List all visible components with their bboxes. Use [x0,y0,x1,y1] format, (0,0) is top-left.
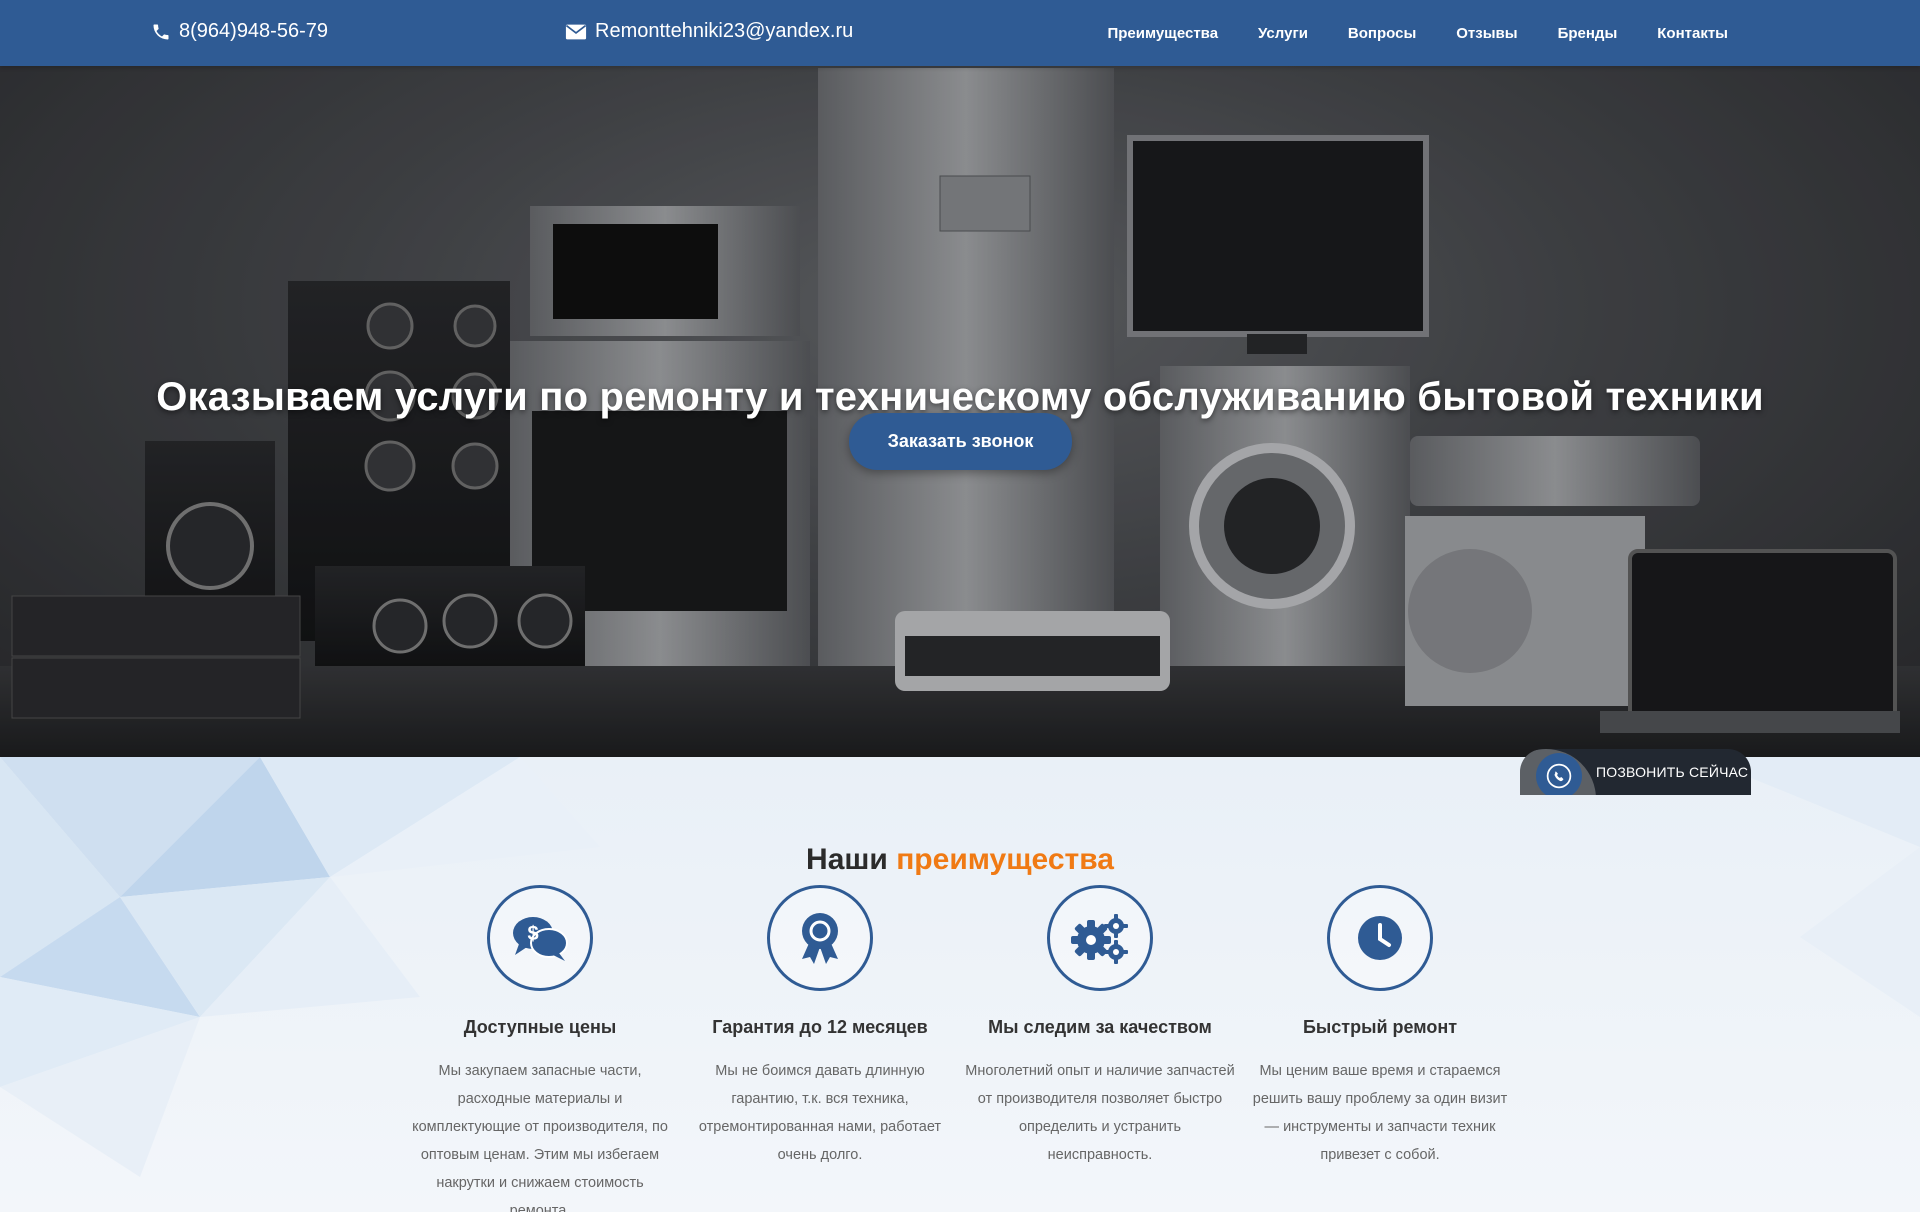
svg-text:$: $ [527,923,538,945]
order-call-button[interactable]: Заказать звонок [849,413,1072,470]
nav-item-reviews[interactable]: Отзывы [1456,25,1517,42]
phone-icon [153,24,169,39]
call-now-label: ПОЗВОНИТЬ СЕЙЧАС [1596,764,1749,780]
hero-section: Оказываем услуги по ремонту и техническо… [0,66,1920,757]
advantages-section: Наши преимущества $ Доступные цены Мы за… [0,757,1920,1212]
price-chat-icon: $ [487,885,593,991]
phone-link[interactable]: 8(964)948-56-79 [151,20,328,43]
section-title-part1: Наши [806,842,888,876]
gears-icon [1047,885,1153,991]
polygon-background [0,757,1920,1177]
nav-item-questions[interactable]: Вопросы [1348,25,1416,42]
top-bar: 8(964)948-56-79 Remonttehniki23@yandex.r… [0,0,1920,66]
main-nav: Преимущества Услуги Вопросы Отзывы Бренд… [1067,0,1728,66]
award-icon [767,885,873,991]
call-now-widget[interactable]: ПОЗВОНИТЬ СЕЙЧАС [1520,749,1751,795]
feature-title: Доступные цены [463,1017,617,1037]
feature-title: Быстрый ремонт [1302,1017,1458,1037]
nav-item-contacts[interactable]: Контакты [1657,25,1728,42]
feature-text: Многолетний опыт и наличие запчастей от … [965,1063,1235,1163]
feature-text: Мы не боимся давать длинную гарантию, т.… [698,1063,942,1163]
nav-item-services[interactable]: Услуги [1258,25,1308,42]
clock-icon [1327,885,1433,991]
section-title-accent: преимущества [896,842,1114,876]
phone-handset-icon [1536,753,1582,795]
email-address: Remonttehniki23@yandex.ru [595,20,854,42]
feature-title: Мы следим за качеством [988,1017,1212,1037]
feature-card: $ Доступные цены Мы закупаем запасные ча… [405,885,675,1212]
feature-title: Гарантия до 12 месяцев [712,1017,928,1037]
email-link[interactable]: Remonttehniki23@yandex.ru [565,20,853,43]
feature-card: Быстрый ремонт Мы ценим ваше время и ста… [1245,885,1515,1169]
nav-item-brands[interactable]: Бренды [1558,25,1618,42]
nav-item-advantages[interactable]: Преимущества [1107,25,1218,42]
envelope-icon [565,24,587,39]
phone-number: 8(964)948-56-79 [179,20,328,42]
feature-text: Мы ценим ваше время и стараемся решить в… [1252,1063,1508,1163]
feature-text: Мы закупаем запасные части, расходные ма… [412,1063,668,1212]
section-title: Наши преимущества [0,843,1920,877]
feature-card: Мы следим за качеством Многолетний опыт … [965,885,1235,1169]
feature-card: Гарантия до 12 месяцев Мы не боимся дава… [685,885,955,1169]
